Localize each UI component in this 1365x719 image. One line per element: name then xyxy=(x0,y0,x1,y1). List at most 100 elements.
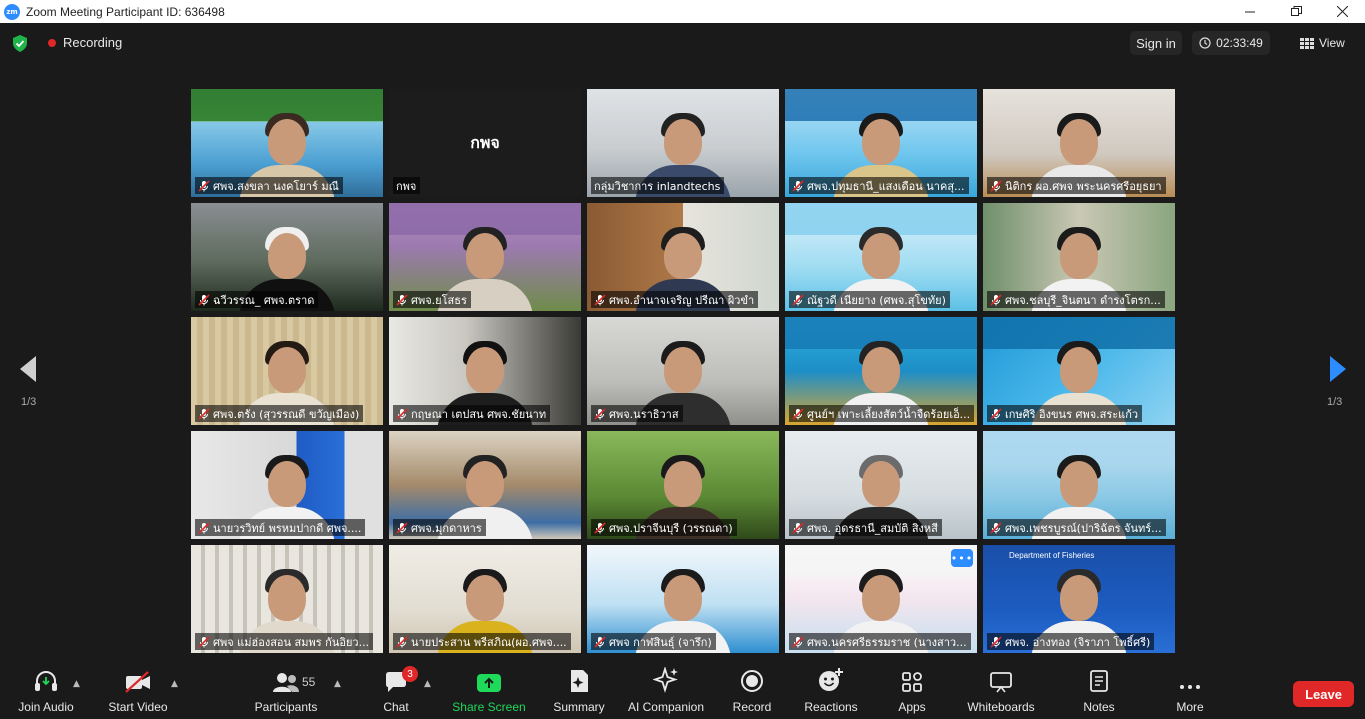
encryption-shield-icon[interactable] xyxy=(12,35,28,52)
join-audio-button[interactable]: Join Audio xyxy=(14,663,78,719)
video-tile[interactable]: ศพจ.นราธิวาส xyxy=(587,317,779,425)
participant-name-label: นายวรวิทย์ พรหมปากดี ศพจ.... xyxy=(195,519,366,536)
participant-name: ศพจ.สงขลา นงคโยาร์ มณี xyxy=(213,180,339,193)
participant-face xyxy=(1060,575,1098,621)
participant-name: ศพจ.อำนาจเจริญ ปรีณา ผิวขำ xyxy=(609,294,755,307)
participant-face xyxy=(1060,461,1098,507)
muted-mic-icon xyxy=(990,180,1002,192)
video-options-chevron-icon[interactable]: ▲ xyxy=(171,679,178,689)
audio-options-chevron-icon[interactable]: ▲ xyxy=(73,679,80,689)
participant-name-label: ศพจ.นราธิวาส xyxy=(591,405,683,422)
chat-options-chevron-icon[interactable]: ▲ xyxy=(424,679,431,689)
close-window-button[interactable] xyxy=(1319,0,1365,23)
participant-name-label: ศพจ แม่ฮ่องสอน สมพร กันอิยว... xyxy=(195,633,374,650)
ai-companion-button[interactable]: AI Companion xyxy=(624,663,708,719)
video-tile[interactable]: ศพจ.ปทุมธานี_แสงเดือน นาคสุ... xyxy=(785,89,977,197)
zoom-logo-icon: zm xyxy=(4,3,20,20)
share-screen-button[interactable]: Share Screen xyxy=(452,663,526,719)
participant-name: ศพจ แม่ฮ่องสอน สมพร กันอิยว... xyxy=(213,636,370,649)
leave-button[interactable]: Leave xyxy=(1293,681,1354,707)
participant-name-label: ศพจ.สงขลา นงคโยาร์ มณี xyxy=(195,177,343,194)
video-tile[interactable]: ศพจ กาฬสินธุ์ (จารึก) xyxy=(587,545,779,653)
video-tile[interactable]: ศพจ.อำนาจเจริญ ปรีณา ผิวขำ xyxy=(587,203,779,311)
video-tile[interactable]: กลุ่มวิชาการ inlandtechs xyxy=(587,89,779,197)
more-dots-icon xyxy=(1180,685,1200,689)
chat-badge: 3 xyxy=(402,666,418,682)
record-button[interactable]: Record xyxy=(728,663,776,719)
participants-count: 55 xyxy=(302,675,316,689)
ai-sparkle-icon xyxy=(653,667,678,693)
participant-name-label: กฤษณา เตปสน ศพจ.ชัยนาท xyxy=(393,405,551,422)
video-tile[interactable]: ณัฐวดี เนียยาง (ศพจ.สุโขทัย) xyxy=(785,203,977,311)
page-indicator-left: 1/3 xyxy=(21,396,37,408)
muted-mic-icon xyxy=(396,408,408,420)
participant-name-label: ศพจ.มุกดาหาร xyxy=(393,519,486,536)
participants-label: Participants xyxy=(254,700,318,714)
notes-label: Notes xyxy=(1083,700,1115,714)
apps-button[interactable]: Apps xyxy=(892,663,932,719)
video-tile[interactable]: ศพจ.ปราจีนบุรี (วรรณดา) xyxy=(587,431,779,539)
video-tile[interactable]: ศพจ.ยโสธร xyxy=(389,203,581,311)
video-tile[interactable]: ศพจ.ตรัง (สุวรรณดี ขวัญเมือง) xyxy=(191,317,383,425)
minimize-button[interactable] xyxy=(1227,0,1273,23)
participants-options-chevron-icon[interactable]: ▲ xyxy=(334,679,341,689)
start-video-button[interactable]: Start Video xyxy=(104,663,172,719)
participant-face xyxy=(664,347,702,393)
previous-page-button[interactable] xyxy=(18,354,38,388)
sign-in-button[interactable]: Sign in xyxy=(1130,31,1182,55)
participant-name: ศพจ.เพชรบูรณ์(ปาริฉัตร จันทร์... xyxy=(1005,522,1162,535)
video-tile[interactable]: นิติกร ผอ.ศพจ พระนครศรีอยุธยา xyxy=(983,89,1175,197)
muted-mic-icon xyxy=(396,522,408,534)
restore-button[interactable] xyxy=(1273,0,1319,23)
video-tile[interactable]: ศพจ แม่ฮ่องสอน สมพร กันอิยว... xyxy=(191,545,383,653)
participant-name: ศพจ.มุกดาหาร xyxy=(411,522,482,535)
chat-button[interactable]: 3 Chat xyxy=(376,663,418,719)
video-tile[interactable]: ฉวีวรรณ_ ศพจ.ตราด xyxy=(191,203,383,311)
view-button[interactable]: View xyxy=(1300,31,1356,55)
participant-name: ศูนย์ฯ เพาะเลี้ยงสัตว์น้ำจืดร้อยเอ็... xyxy=(807,408,971,421)
muted-mic-icon xyxy=(990,522,1002,534)
more-button[interactable]: More xyxy=(1168,663,1212,719)
clock-icon xyxy=(1199,37,1211,49)
video-tile[interactable]: เกษศิริ อิงขนร ศพจ.สระแก้ว xyxy=(983,317,1175,425)
participant-name: เกษศิริ อิงขนร ศพจ.สระแก้ว xyxy=(1005,408,1139,421)
chevron-right-icon xyxy=(1330,356,1346,382)
meeting-toolbar: Join Audio ▲ Start Video ▲ Participants … xyxy=(0,663,1365,719)
participant-face xyxy=(1060,119,1098,165)
video-tile[interactable]: กพจ กพจ xyxy=(389,89,581,197)
participants-button[interactable]: Participants xyxy=(250,663,322,719)
video-tile[interactable]: นายประสาน พรีสภิณ(ผอ.ศพจ.... xyxy=(389,545,581,653)
participant-name: นายประสาน พรีสภิณ(ผอ.ศพจ.... xyxy=(411,636,567,649)
video-tile[interactable]: ศพจ.ชลบุรี_จินตนา ดำรงโตรก... xyxy=(983,203,1175,311)
reactions-button[interactable]: Reactions xyxy=(800,663,862,719)
share-screen-icon xyxy=(477,674,501,692)
participant-face xyxy=(664,575,702,621)
participant-face xyxy=(466,347,504,393)
participant-name: ศพจ.ยโสธร xyxy=(411,294,467,307)
video-tile[interactable]: ศพจ.เพชรบูรณ์(ปาริฉัตร จันทร์... xyxy=(983,431,1175,539)
participant-name: ศพจ.ปราจีนบุรี (วรรณดา) xyxy=(609,522,733,535)
video-tile[interactable]: ศพจ.มุกดาหาร xyxy=(389,431,581,539)
view-label: View xyxy=(1319,36,1345,50)
summary-button[interactable]: Summary xyxy=(550,663,608,719)
participant-name-label: ศพจ.เพชรบูรณ์(ปาริฉัตร จันทร์... xyxy=(987,519,1166,536)
notes-button[interactable]: Notes xyxy=(1078,663,1120,719)
video-tile[interactable]: นายวรวิทย์ พรหมปากดี ศพจ.... xyxy=(191,431,383,539)
muted-mic-icon xyxy=(990,408,1002,420)
muted-mic-icon xyxy=(594,408,606,420)
participant-name-label: ศพจ.ชลบุรี_จินตนา ดำรงโตรก... xyxy=(987,291,1165,308)
video-tile[interactable]: ศพจ.สงขลา นงคโยาร์ มณี xyxy=(191,89,383,197)
whiteboards-button[interactable]: Whiteboards xyxy=(962,663,1040,719)
participant-name: กฤษณา เตปสน ศพจ.ชัยนาท xyxy=(411,408,547,421)
video-tile[interactable]: กฤษณา เตปสน ศพจ.ชัยนาท xyxy=(389,317,581,425)
apps-label: Apps xyxy=(898,700,926,714)
participant-name-label: ฉวีวรรณ_ ศพจ.ตราด xyxy=(195,291,319,308)
video-tile[interactable]: ศูนย์ฯ เพาะเลี้ยงสัตว์น้ำจืดร้อยเอ็... xyxy=(785,317,977,425)
page-indicator-right: 1/3 xyxy=(1327,396,1343,408)
video-tile[interactable]: Department of Fisheries ศพจ. อ่างทอง (จิร… xyxy=(983,545,1175,653)
tile-more-options-button[interactable]: ••• xyxy=(951,549,973,567)
participant-name-label: ศูนย์ฯ เพาะเลี้ยงสัตว์น้ำจืดร้อยเอ็... xyxy=(789,405,975,422)
video-tile[interactable]: ••• ศพจ.นครศรีธรรมราช (นางสาว... xyxy=(785,545,977,653)
next-page-button[interactable] xyxy=(1328,354,1348,388)
video-tile[interactable]: ศพจ. อุดรธานี_สมบัติ สิงหสี xyxy=(785,431,977,539)
